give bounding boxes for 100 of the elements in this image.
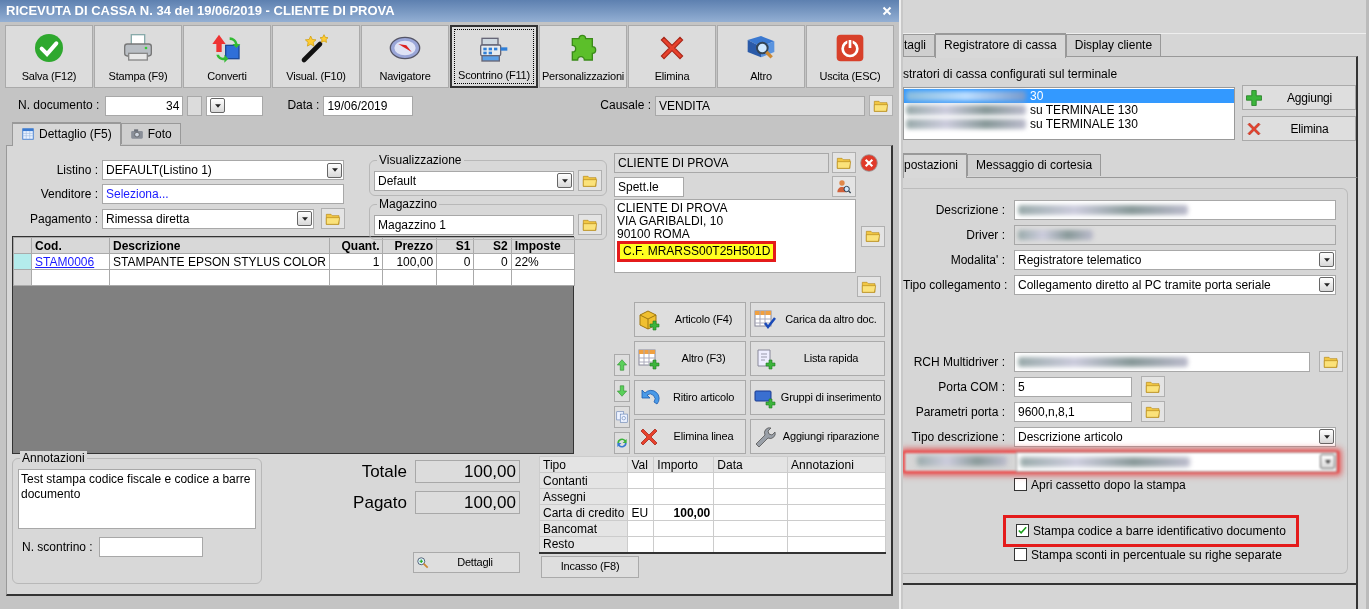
dropdown[interactable]: Default xyxy=(374,170,574,191)
tab[interactable]: Display cliente xyxy=(1065,34,1162,56)
folder-button[interactable] xyxy=(578,214,602,236)
text-field[interactable] xyxy=(98,537,203,558)
field-label: Driver : xyxy=(966,227,1005,242)
tab[interactable]: Foto xyxy=(120,123,181,145)
side-button[interactable] xyxy=(614,406,630,429)
text-field[interactable] xyxy=(1014,224,1336,245)
text-field[interactable]: Seleziona... xyxy=(102,184,344,205)
folder-button[interactable] xyxy=(1319,351,1343,373)
toolbar-button[interactable]: Visual. (F10) xyxy=(272,25,360,88)
text-field[interactable]: 5 xyxy=(1014,376,1132,397)
toolbar-button[interactable]: Personalizzazioni xyxy=(539,25,627,88)
toolbar-button[interactable]: Uscita (ESC) xyxy=(806,25,894,88)
toolbar-button[interactable]: Navigatore xyxy=(361,25,449,88)
folder-button[interactable] xyxy=(869,95,893,116)
dropdown-button[interactable] xyxy=(1319,429,1334,445)
action-button[interactable]: Carica da altro doc. xyxy=(750,302,885,338)
field-value: DEFAULT(Listino 1) xyxy=(106,162,212,180)
side-button[interactable] xyxy=(614,354,630,377)
series-button[interactable] xyxy=(187,95,203,116)
folder-button[interactable] xyxy=(1141,401,1165,423)
text-field[interactable]: Spett.le xyxy=(614,176,684,197)
folder-button[interactable] xyxy=(1141,376,1165,398)
dropdown[interactable]: Descrizione articolo xyxy=(1014,426,1336,447)
action-button[interactable]: Elimina xyxy=(1242,116,1356,142)
toolbar-button[interactable]: Scontrino (F11) xyxy=(450,25,538,88)
check-icon xyxy=(1017,525,1028,537)
dropdown[interactable]: Rimessa diretta xyxy=(102,208,314,229)
action-button[interactable]: Elimina linea xyxy=(634,419,746,455)
text-field[interactable]: 19/06/2019 xyxy=(323,95,414,116)
dropdown-button[interactable] xyxy=(1319,252,1334,268)
collect-button[interactable]: Incasso (F8) xyxy=(541,555,639,578)
arrow-down-icon xyxy=(615,384,629,399)
action-button[interactable]: Aggiungi xyxy=(1242,85,1356,111)
close-icon[interactable] xyxy=(881,5,893,17)
action-button[interactable]: Gruppi di inserimento xyxy=(750,380,885,416)
dropdown[interactable] xyxy=(206,95,264,116)
folder-button[interactable] xyxy=(832,152,856,174)
tab[interactable]: tagli xyxy=(903,34,935,56)
toolbar-button[interactable]: Converti xyxy=(183,25,271,88)
dropdown[interactable]: DEFAULT(Listino 1) xyxy=(102,160,344,181)
text-field[interactable]: Magazzino 1 xyxy=(374,214,574,235)
list-caption: stratori di cassa configurati sul terminale xyxy=(903,67,1119,82)
dropdown-button[interactable] xyxy=(210,98,226,113)
checkbox[interactable] xyxy=(1014,478,1027,492)
toolbar-button[interactable]: Stampa (F9) xyxy=(94,25,182,88)
field-label: Porta COM : xyxy=(938,379,1005,394)
toolbar-button[interactable]: Salva (F12) xyxy=(5,25,93,88)
close-icon[interactable] xyxy=(859,152,879,173)
checkbox[interactable] xyxy=(1016,524,1029,538)
text-field[interactable] xyxy=(1014,199,1336,220)
details-button[interactable]: Dettagli xyxy=(413,552,520,574)
text-field[interactable] xyxy=(1014,351,1310,372)
tab[interactable]: Dettaglio (F5) xyxy=(12,122,121,147)
tab[interactable]: Messaggio di cortesia xyxy=(967,154,1102,176)
action-button[interactable]: Altro (F3) xyxy=(634,341,746,377)
dropdown[interactable]: Collegamento diretto al PC tramite porta seriale xyxy=(1014,274,1336,295)
side-button[interactable] xyxy=(614,432,630,455)
folder-button[interactable] xyxy=(578,170,602,192)
action-button[interactable]: Ritiro articolo xyxy=(634,380,746,416)
text-field[interactable]: 100,00 xyxy=(415,460,520,484)
column-header: Descrizione xyxy=(109,237,330,254)
dropdown[interactable]: Registratore telematico xyxy=(1014,249,1336,270)
table-cell: 22% xyxy=(511,253,575,270)
text-field[interactable]: 34 xyxy=(105,95,184,116)
dropdown-button[interactable] xyxy=(327,162,342,178)
column-header: Tipo xyxy=(539,456,628,473)
field-label: Parametri porta : xyxy=(915,404,1005,419)
address-line: 90100 ROMA xyxy=(617,228,691,242)
text-field[interactable]: 9600,n,8,1 xyxy=(1014,401,1132,422)
toolbar-button[interactable]: Elimina xyxy=(628,25,716,88)
field-value: Collegamento diretto al PC tramite porta seriale xyxy=(1018,276,1271,294)
field-label: N. documento : xyxy=(18,98,100,113)
action-button[interactable]: Articolo (F4) xyxy=(634,302,746,338)
column-header: Importo xyxy=(653,456,714,473)
folder-button[interactable] xyxy=(857,276,881,298)
tab[interactable]: postazioni xyxy=(903,153,968,178)
action-button[interactable]: Lista rapida xyxy=(750,341,885,377)
table-cell: 100,00 xyxy=(383,253,437,270)
dropdown-button[interactable] xyxy=(297,211,312,227)
folder-button[interactable] xyxy=(321,208,345,230)
list-item[interactable]: su TERMINALE 130 xyxy=(904,116,1234,131)
notes-field[interactable]: Test stampa codice fiscale e codice a barre documento xyxy=(18,469,256,530)
search-button[interactable] xyxy=(832,176,856,198)
dropdown[interactable] xyxy=(1015,451,1337,472)
checkbox[interactable] xyxy=(1014,548,1027,562)
text-field[interactable]: CLIENTE DI PROVA xyxy=(614,152,829,173)
text-field[interactable]: VENDITA xyxy=(655,95,865,116)
action-button[interactable]: Aggiungi riparazione xyxy=(750,419,885,455)
toolbar-button[interactable]: Altro xyxy=(717,25,805,88)
dropdown-button[interactable] xyxy=(1319,277,1334,293)
list-item[interactable]: su TERMINALE 130 xyxy=(904,102,1234,117)
product-code-link[interactable]: STAM0006 xyxy=(31,253,110,270)
side-button[interactable] xyxy=(614,380,630,403)
text-field[interactable]: 100,00 xyxy=(415,491,520,515)
tab[interactable]: Registratore di cassa xyxy=(935,33,1066,58)
dropdown-button[interactable] xyxy=(557,173,572,189)
table-add-icon xyxy=(637,346,661,371)
folder-button[interactable] xyxy=(861,225,885,247)
